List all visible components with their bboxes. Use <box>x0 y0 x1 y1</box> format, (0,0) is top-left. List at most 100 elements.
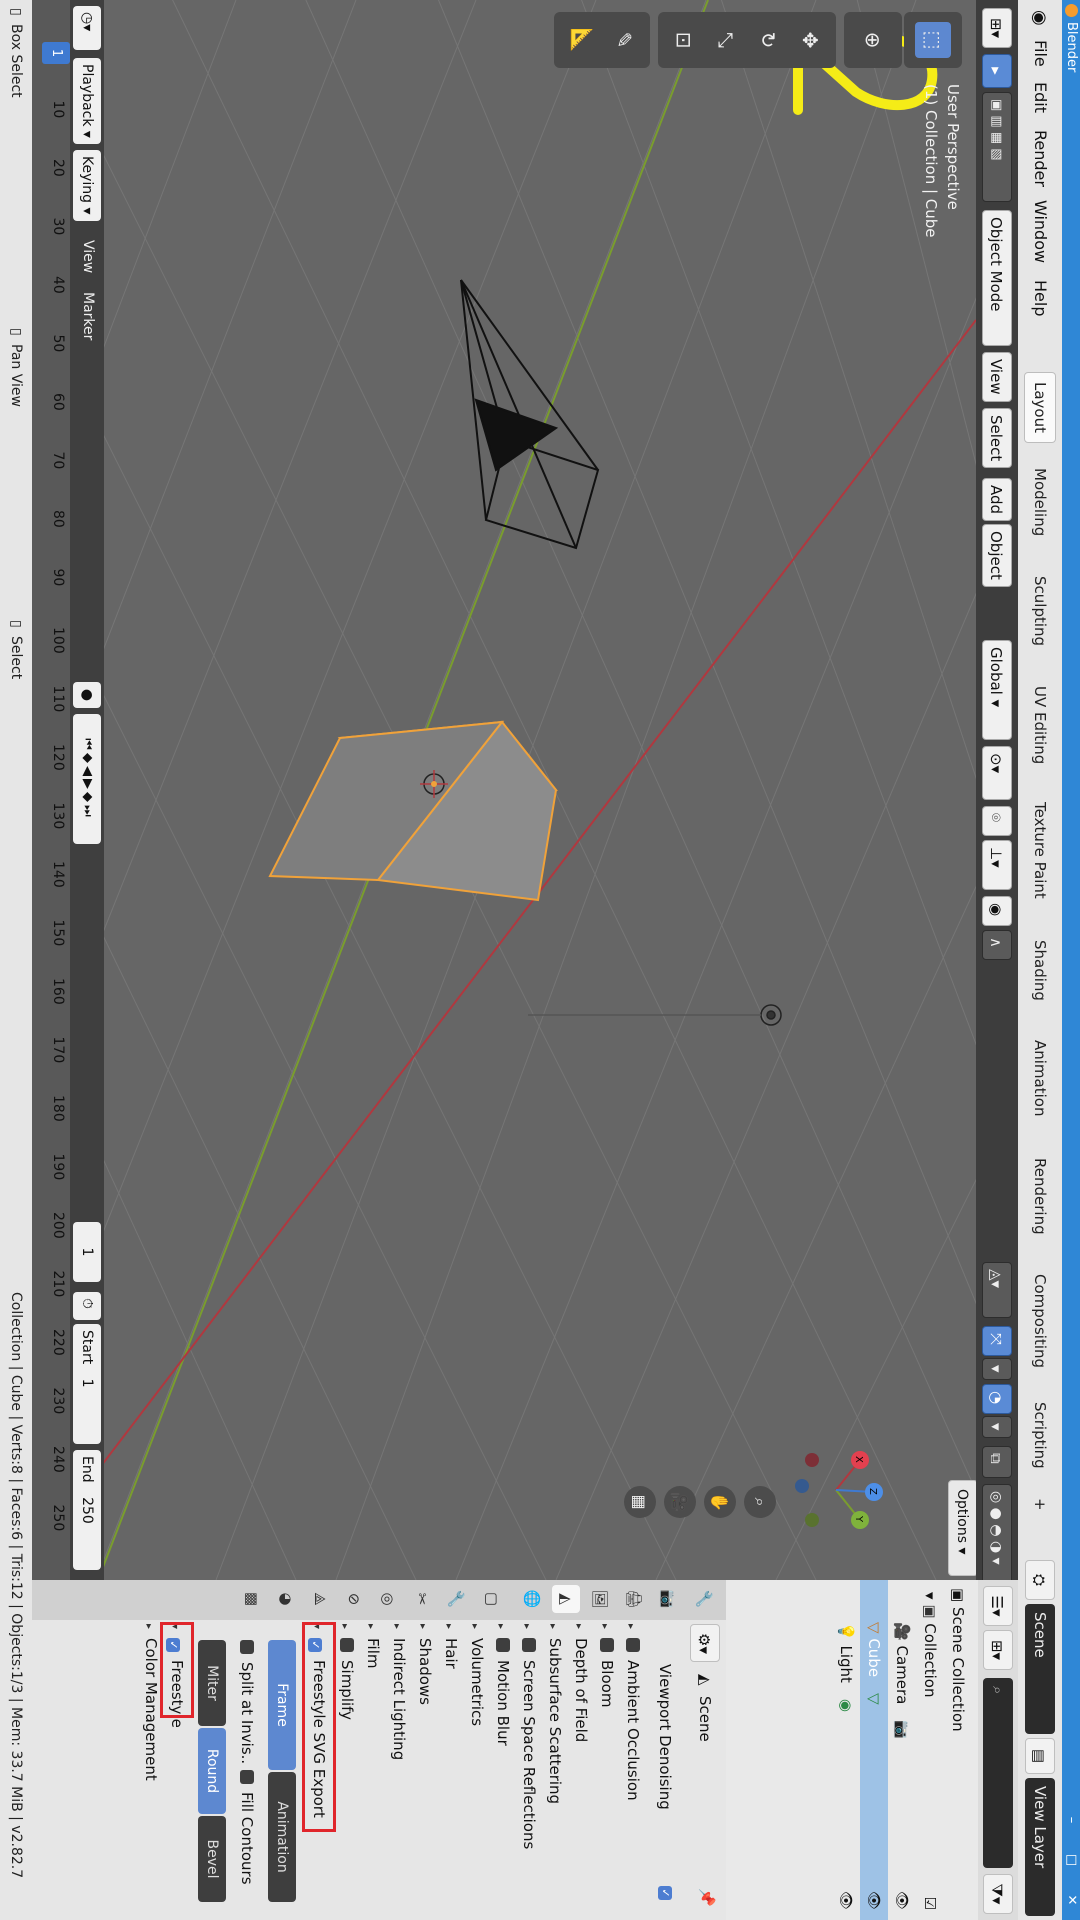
camera-view-icon[interactable]: 🎥 <box>664 1486 696 1518</box>
display-mode-button[interactable]: ⊞▾ <box>983 1630 1013 1670</box>
scene-field[interactable]: Scene <box>1025 1604 1055 1734</box>
collection-visibility-icon[interactable]: ☑ <box>916 1897 944 1910</box>
panel-motion-blur[interactable]: ▸Motion Blur <box>490 1624 516 1914</box>
overlays-toggle[interactable]: ◔ <box>982 1384 1012 1414</box>
tab-rendering[interactable]: Rendering <box>1024 1148 1056 1245</box>
tab-layout[interactable]: Layout <box>1024 372 1056 443</box>
timeline-menu-view[interactable]: View <box>80 240 96 273</box>
gizmo-dropdown[interactable]: ▾ <box>982 1358 1012 1380</box>
add-workspace-button[interactable]: + <box>1024 1488 1056 1521</box>
editor-type-button[interactable]: ⊞▾ <box>982 8 1012 48</box>
scene-browse-icon[interactable]: ⛭ <box>1025 1560 1055 1600</box>
camera-object[interactable] <box>460 279 600 550</box>
light-visibility-icon[interactable]: 👁 <box>832 1891 860 1910</box>
svg-mode-frame[interactable]: Frame <box>268 1640 296 1770</box>
panel-screen-space-reflections[interactable]: ▸Screen Space Reflections <box>516 1624 542 1914</box>
tab-compositing[interactable]: Compositing <box>1024 1264 1056 1378</box>
view-layer-field[interactable]: View Layer <box>1025 1778 1055 1916</box>
playhead[interactable]: 1 <box>42 42 70 64</box>
tab-shading[interactable]: Shading <box>1024 930 1056 1011</box>
menu-help[interactable]: Help <box>1031 280 1050 316</box>
object-visibility-dropdown[interactable]: ◬▾ <box>982 1262 1012 1318</box>
outliner-search-input[interactable]: ⌕ <box>983 1678 1013 1868</box>
outliner-editor-type-button[interactable]: ☰▾ <box>983 1586 1013 1626</box>
svg-mode-animation[interactable]: Animation <box>268 1772 296 1902</box>
overlays-dropdown[interactable]: ▾ <box>982 1416 1012 1438</box>
navigation-gizmo[interactable]: X Y Z <box>786 1440 886 1540</box>
pin-icon[interactable]: 📌 <box>698 1888 716 1907</box>
panel-depth-of-field[interactable]: ▸Depth of Field <box>568 1624 594 1914</box>
transform-tool-icon[interactable]: ⊡ <box>666 22 702 58</box>
current-frame-field[interactable]: 1 <box>73 1222 101 1282</box>
panel-volumetrics[interactable]: ▸Volumetrics <box>464 1624 490 1914</box>
camera-row[interactable]: 🎥 Camera 📷 👁 <box>888 1580 916 1920</box>
annotate-tool-icon[interactable]: ✎ <box>606 22 642 58</box>
menu-playback[interactable]: Playback ▾ <box>73 58 101 144</box>
timeline-editor-type-button[interactable]: ◷▾ <box>73 6 101 50</box>
rotate-tool-icon[interactable]: ↻ <box>750 22 786 58</box>
view-layer-tab-icon[interactable]: 🖼 <box>586 1585 614 1613</box>
tab-sculpting[interactable]: Sculpting <box>1024 566 1056 656</box>
panel-indirect-lighting[interactable]: ▸Indirect Lighting <box>386 1624 412 1914</box>
constraints-tab-icon[interactable]: ⊘ <box>340 1585 368 1613</box>
shading-mode-buttons[interactable]: ◎ ● ◓ ◑ ▾ <box>982 1484 1012 1594</box>
pivot-point-dropdown[interactable]: ⊙▾ <box>982 746 1012 800</box>
select-mode-button[interactable]: ▸ <box>982 54 1012 88</box>
ortho-toggle-icon[interactable]: ▦ <box>624 1486 656 1518</box>
cube-visibility-icon[interactable]: 👁 <box>860 1891 888 1910</box>
scene-collection-row[interactable]: ▣ Scene Collection <box>944 1580 972 1920</box>
output-tab-icon[interactable]: 🖨 <box>620 1585 648 1613</box>
selection-mode-icons[interactable]: ▣ ▥ ▦ ▧ <box>982 92 1012 202</box>
menu-object[interactable]: Object <box>982 524 1012 587</box>
join-bevel[interactable]: Bevel <box>198 1816 226 1902</box>
camera-visibility-icon[interactable]: 👁 <box>888 1891 916 1910</box>
record-keyframe-button[interactable]: ● <box>73 682 101 708</box>
cube-row[interactable]: ▽ Cube ▽ 👁 <box>860 1580 888 1920</box>
object-tab-icon[interactable]: ▢ <box>478 1585 506 1613</box>
maximize-button[interactable]: □ <box>1062 1840 1080 1880</box>
menu-view[interactable]: View <box>982 352 1012 402</box>
tab-modeling[interactable]: Modeling <box>1024 458 1056 546</box>
panel-ambient-occlusion[interactable]: ▸Ambient Occlusion <box>620 1624 646 1914</box>
viewport-denoising-checkbox[interactable]: ✓ <box>658 1886 672 1900</box>
tab-animation[interactable]: Animation <box>1024 1030 1056 1126</box>
texture-tab-icon[interactable]: ▩ <box>238 1585 266 1613</box>
preview-range-toggle[interactable]: ⏱ <box>73 1292 101 1320</box>
modifier-tab-icon[interactable]: 🔧 <box>442 1585 470 1613</box>
menu-edit[interactable]: Edit <box>1031 82 1050 113</box>
timeline-menu-marker[interactable]: Marker <box>80 292 96 340</box>
playback-controls[interactable]: ⏮◆◀▶◆⏭ <box>73 714 101 844</box>
cube-object[interactable] <box>268 720 558 902</box>
minimize-button[interactable]: – <box>1062 1800 1080 1840</box>
join-miter[interactable]: Miter <box>198 1640 226 1726</box>
world-tab-icon[interactable]: 🌐 <box>518 1585 546 1613</box>
material-tab-icon[interactable]: ◕ <box>272 1585 300 1613</box>
measure-tool-icon[interactable]: 📐 <box>564 22 600 58</box>
panel-film[interactable]: ▸Film <box>360 1624 386 1914</box>
transform-orientation-dropdown[interactable]: Global ▾ <box>982 640 1012 740</box>
gizmo-toggle[interactable]: ⤧ <box>982 1326 1012 1356</box>
tab-texture-paint[interactable]: Texture Paint <box>1024 792 1056 909</box>
snap-toggle[interactable]: ⌾ <box>982 806 1012 836</box>
panel-color-management[interactable]: ▸Color Management <box>138 1624 164 1914</box>
viewport-denoising-row[interactable]: Viewport Denoising ✓ <box>652 1624 678 1914</box>
panel-subsurface-scattering[interactable]: ▸Subsurface Scattering <box>542 1624 568 1914</box>
join-round[interactable]: Round <box>198 1728 226 1814</box>
panel-shadows[interactable]: ▸Shadows <box>412 1624 438 1914</box>
tab-scripting[interactable]: Scripting <box>1024 1392 1056 1479</box>
particles-tab-icon[interactable]: ✂ <box>408 1585 436 1613</box>
render-tab-icon[interactable]: 📷 <box>654 1585 682 1613</box>
move-tool-icon[interactable]: ✥ <box>792 22 828 58</box>
zoom-view-icon[interactable]: ⌕ <box>744 1486 776 1518</box>
view-layer-browse-icon[interactable]: ▤ <box>1025 1738 1055 1774</box>
collection-row[interactable]: ▾ ▣ Collection ☑ <box>916 1580 944 1920</box>
menu-add[interactable]: Add <box>982 478 1012 522</box>
menu-window[interactable]: Window <box>1031 200 1050 263</box>
menu-file[interactable]: File <box>1031 40 1050 67</box>
select-box-tool-icon[interactable]: ⬚ <box>915 22 951 58</box>
3d-viewport[interactable]: 2 User Perspective (1) Collection | Cube… <box>104 0 976 1580</box>
menu-keying[interactable]: Keying ▾ <box>73 150 101 221</box>
panel-simplify[interactable]: ▸Simplify <box>334 1624 360 1914</box>
panel-hair[interactable]: ▸Hair <box>438 1624 464 1914</box>
scale-tool-icon[interactable]: ⤡ <box>708 22 744 58</box>
